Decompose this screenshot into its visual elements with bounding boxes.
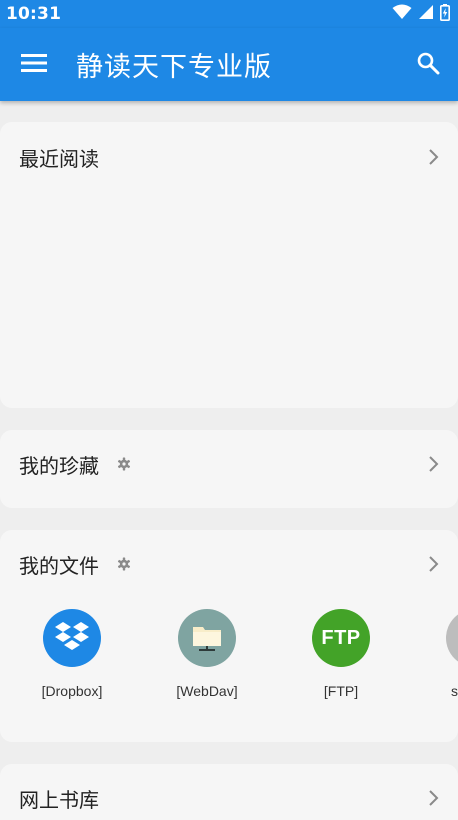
chevron-right-icon[interactable]	[428, 148, 440, 166]
chevron-right-icon[interactable]	[428, 555, 440, 573]
search-button[interactable]	[410, 47, 446, 83]
favorites-title: 我的珍藏	[19, 453, 99, 478]
source-dropbox[interactable]: [Dropbox]	[7, 609, 137, 699]
recent-reading-card: 最近阅读	[0, 122, 458, 408]
chevron-right-icon[interactable]	[428, 789, 440, 807]
source-label: s	[451, 683, 458, 699]
app-title: 静读天下专业版	[76, 52, 272, 83]
online-library-card: 网上书库	[0, 764, 458, 820]
file-sources-row: [Dropbox] [WebDav] FTP [FTP] s	[0, 609, 458, 709]
source-webdav[interactable]: [WebDav]	[142, 609, 272, 699]
gear-icon[interactable]	[117, 457, 131, 471]
network-folder-icon	[178, 609, 236, 667]
recent-reading-title: 最近阅读	[19, 146, 99, 171]
signal-icon	[418, 4, 434, 24]
source-partial[interactable]: s	[411, 609, 458, 699]
menu-button[interactable]	[16, 47, 52, 83]
source-label: [WebDav]	[176, 683, 238, 699]
ftp-icon: FTP	[312, 609, 370, 667]
my-files-title: 我的文件	[19, 553, 99, 578]
gear-icon[interactable]	[117, 557, 131, 571]
source-label: [Dropbox]	[41, 683, 103, 699]
recent-reading-header[interactable]: 最近阅读	[19, 142, 440, 172]
my-files-header[interactable]: 我的文件	[19, 549, 440, 579]
favorites-card: 我的珍藏	[0, 430, 458, 508]
battery-icon	[440, 3, 450, 25]
online-library-title: 网上书库	[19, 787, 99, 812]
my-files-card: 我的文件 [Dropbox] [WebDav] FTP [FTP] s	[0, 530, 458, 742]
status-time: 10:31	[6, 4, 62, 24]
app-bar: 静读天下专业版	[0, 28, 458, 101]
search-icon	[416, 51, 440, 79]
favorites-header[interactable]: 我的珍藏	[19, 449, 440, 479]
hamburger-menu-icon	[21, 53, 47, 77]
source-label: [FTP]	[323, 683, 359, 699]
wifi-icon	[392, 4, 412, 24]
status-bar: 10:31	[0, 0, 458, 28]
source-ftp[interactable]: FTP [FTP]	[276, 609, 406, 699]
chevron-right-icon[interactable]	[428, 455, 440, 473]
online-library-header[interactable]: 网上书库	[19, 783, 440, 813]
status-icons	[392, 3, 450, 25]
dropbox-icon	[43, 609, 101, 667]
source-icon	[446, 609, 458, 667]
